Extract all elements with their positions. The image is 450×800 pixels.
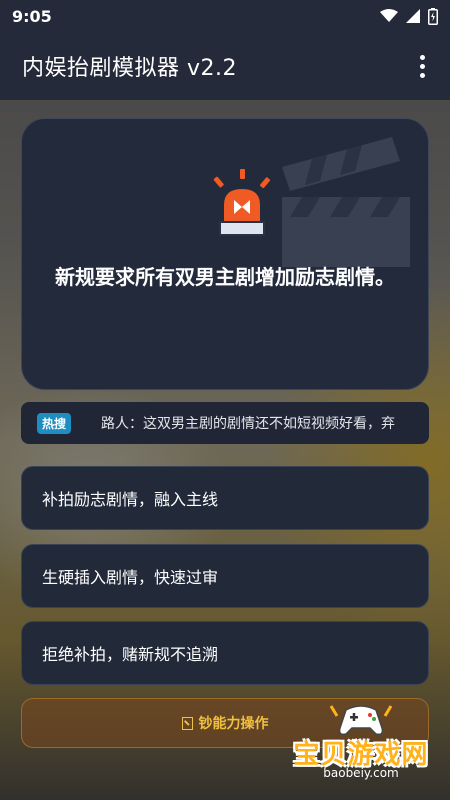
event-card: 新规要求所有双男主剧增加励志剧情。 <box>21 118 429 390</box>
status-icons <box>380 7 438 25</box>
option-label: 拒绝补拍，赌新规不追溯 <box>42 645 219 664</box>
watermark: 宝贝游戏网 baobeiy.com <box>276 700 446 795</box>
hot-ticker-text: 路人：这双男主剧的剧情还不如短视频好看，弃 <box>101 416 396 432</box>
option-button-3[interactable]: 拒绝补拍，赌新规不追溯 <box>21 621 429 685</box>
app-title: 内娱抬剧模拟器 v2.2 <box>22 56 238 81</box>
option-label: 生硬插入剧情，快速过审 <box>42 568 219 587</box>
status-time: 9:05 <box>12 6 52 26</box>
siren-icon <box>213 169 271 236</box>
option-button-1[interactable]: 补拍励志剧情，融入主线 <box>21 466 429 530</box>
hot-search-bar: 热搜 路人：这双男主剧的剧情还不如短视频好看，弃 <box>21 402 429 444</box>
option-button-2[interactable]: 生硬插入剧情，快速过审 <box>21 544 429 608</box>
hot-badge: 热搜 <box>37 412 72 434</box>
clapperboard-icon <box>282 137 410 267</box>
checkbox-icon <box>181 716 193 730</box>
option-label: 补拍励志剧情，融入主线 <box>42 490 219 509</box>
event-text: 新规要求所有双男主剧增加励志剧情。 <box>55 265 395 289</box>
battery-icon <box>428 7 438 25</box>
app-bar: 内娱抬剧模拟器 v2.2 <box>0 32 450 100</box>
ability-label: 钞能力操作 <box>198 716 269 732</box>
signal-icon <box>406 9 420 23</box>
wifi-icon <box>380 9 398 22</box>
watermark-url: baobeiy.com <box>323 766 399 780</box>
more-menu-icon[interactable] <box>412 51 432 81</box>
status-bar: 9:05 <box>0 0 450 32</box>
